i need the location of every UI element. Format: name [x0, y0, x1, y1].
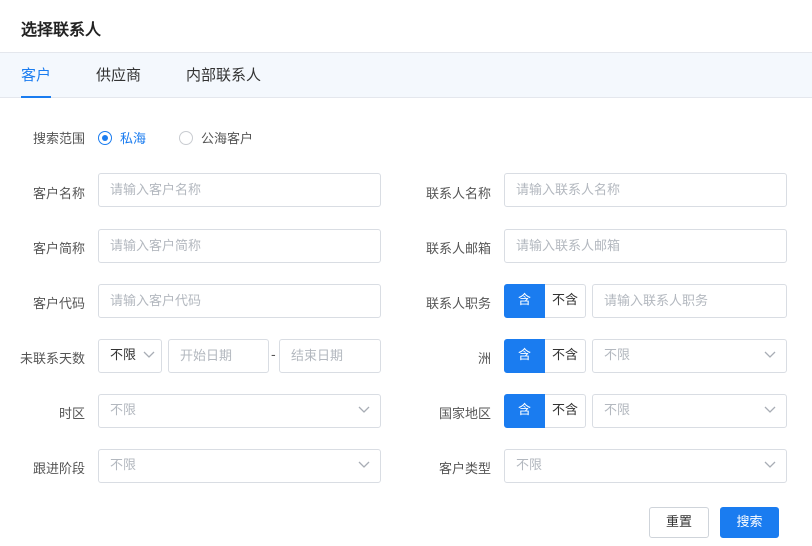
radio-public[interactable]: 公海客户: [179, 128, 253, 147]
exclude-button[interactable]: 不含: [545, 394, 586, 428]
timezone-label: 时区: [58, 407, 85, 422]
customer-type-label: 客户类型: [438, 462, 491, 477]
continent-select[interactable]: 不限: [592, 339, 787, 373]
continent-toggle: 含 不含: [504, 339, 586, 373]
stage-select[interactable]: 不限: [98, 449, 381, 483]
dialog-title: 选择联系人: [21, 20, 102, 39]
contact-name-input[interactable]: [504, 173, 787, 207]
reset-button[interactable]: 重置: [649, 507, 709, 538]
exclude-button[interactable]: 不含: [545, 284, 586, 318]
radio-unchecked-icon: [179, 130, 193, 145]
chevron-down-icon: [764, 351, 776, 358]
radio-private[interactable]: 私海: [98, 128, 146, 147]
uncontacted-days-value: 不限: [110, 348, 137, 363]
radio-checked-icon: [98, 130, 112, 145]
country-label: 国家地区: [438, 407, 491, 422]
radio-private-label: 私海: [120, 132, 147, 147]
tab-supplier[interactable]: 供应商: [96, 53, 141, 97]
contact-title-label: 联系人职务: [425, 297, 491, 312]
contact-name-label: 联系人名称: [425, 187, 491, 202]
chevron-down-icon: [143, 351, 155, 358]
dialog-header: 选择联系人: [0, 0, 812, 53]
customer-code-label: 客户代码: [32, 297, 85, 312]
uncontacted-days-select[interactable]: 不限: [98, 339, 162, 373]
include-button[interactable]: 含: [504, 394, 545, 428]
end-date-input[interactable]: [279, 339, 381, 373]
include-button[interactable]: 含: [504, 284, 545, 318]
search-button[interactable]: 搜索: [720, 507, 779, 538]
scope-label: 搜索范围: [32, 132, 85, 147]
customer-name-label: 客户名称: [32, 187, 85, 202]
country-toggle: 含 不含: [504, 394, 586, 428]
customer-short-input[interactable]: [98, 229, 381, 263]
customer-code-input[interactable]: [98, 284, 381, 318]
tabs-bar: 客户 供应商 内部联系人: [0, 53, 812, 98]
country-select[interactable]: 不限: [592, 394, 787, 428]
tab-customer[interactable]: 客户: [21, 53, 52, 98]
continent-value: 不限: [604, 348, 631, 363]
contact-title-input[interactable]: [592, 284, 787, 318]
radio-public-label: 公海客户: [201, 132, 254, 147]
stage-label: 跟进阶段: [32, 462, 85, 477]
chevron-down-icon: [764, 406, 776, 413]
contact-title-toggle: 含 不含: [504, 284, 586, 318]
chevron-down-icon: [764, 461, 776, 468]
timezone-value: 不限: [110, 403, 137, 418]
tab-internal-contact[interactable]: 内部联系人: [186, 53, 261, 97]
include-button[interactable]: 含: [504, 339, 545, 373]
customer-type-value: 不限: [516, 458, 543, 473]
date-separator: -: [271, 348, 276, 363]
stage-value: 不限: [110, 458, 137, 473]
contact-email-input[interactable]: [504, 229, 787, 263]
customer-short-label: 客户简称: [32, 242, 85, 257]
continent-label: 洲: [477, 352, 491, 367]
customer-type-select[interactable]: 不限: [504, 449, 787, 483]
timezone-select[interactable]: 不限: [98, 394, 381, 428]
chevron-down-icon: [358, 461, 370, 468]
start-date-input[interactable]: [168, 339, 269, 373]
uncontacted-days-label: 未联系天数: [19, 352, 85, 367]
contact-email-label: 联系人邮箱: [425, 242, 491, 257]
customer-name-input[interactable]: [98, 173, 381, 207]
exclude-button[interactable]: 不含: [545, 339, 586, 373]
chevron-down-icon: [358, 406, 370, 413]
country-value: 不限: [604, 403, 631, 418]
